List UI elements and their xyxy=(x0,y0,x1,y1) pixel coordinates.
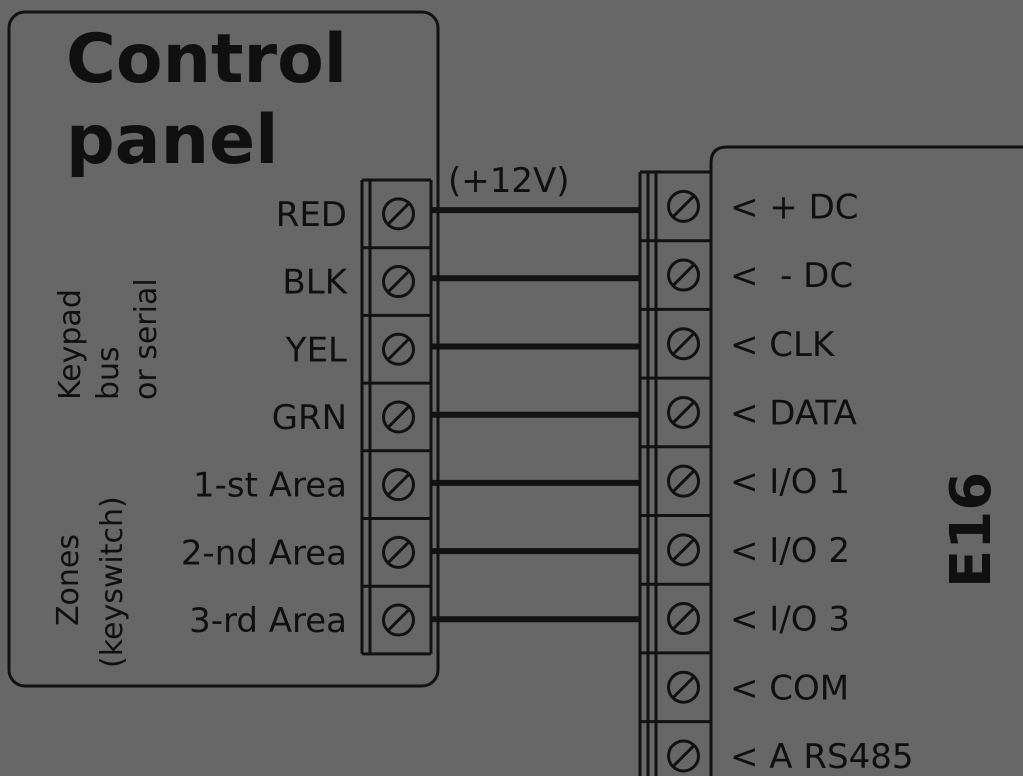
screw-slot xyxy=(672,263,695,287)
screw-slot xyxy=(387,405,410,429)
e16-terminal-labels: < + DC < - DC < CLK < DATA < I/O 1 < I/O 2 < I… xyxy=(730,187,913,776)
keypad-group-label: Keypad bus or serial xyxy=(53,278,164,400)
screw-slot xyxy=(672,744,695,768)
cp-terminal-label-3-rd-area: 3-rd Area xyxy=(189,601,347,641)
e16-terminal-screw-a-rs485 xyxy=(667,739,700,773)
screw-slot xyxy=(387,202,410,225)
screw-slot xyxy=(387,338,410,361)
e16-terminal-label-com: < COM xyxy=(730,668,849,708)
cp-terminal-label-2-nd-area: 2-nd Area xyxy=(181,533,347,573)
screw-slot xyxy=(672,332,695,355)
cp-terminal-screw-red xyxy=(382,197,415,231)
cp-terminal-label-1-st-area: 1-st Area xyxy=(193,466,347,506)
cp-terminal-screw-grn xyxy=(382,400,415,434)
screw-slot xyxy=(387,608,410,632)
wiring-diagram: Control panel Keypad bus or serial Zones… xyxy=(7,10,1023,776)
screw-slot xyxy=(672,401,695,424)
e16-terminal-screw-clk xyxy=(667,327,700,361)
cp-terminal-screw-2-nd-area xyxy=(382,535,415,569)
screw-slot xyxy=(387,270,410,293)
e16-terminal-screw-i-o-3 xyxy=(667,602,700,636)
e16-terminal-label-a-rs485: < A RS485 xyxy=(730,737,913,776)
keypad-label-line3: or serial xyxy=(129,278,164,400)
e16-terminal-screw-dc xyxy=(667,189,700,223)
screw-slot xyxy=(672,195,695,218)
cp-terminal-screw-yel xyxy=(382,332,415,366)
screw-slot xyxy=(672,607,695,630)
cp-terminal-screw-3-rd-area xyxy=(382,603,415,637)
cp-terminal-label-yel: YEL xyxy=(285,330,347,370)
screw-slot xyxy=(387,541,410,564)
e16-terminal-label-clk: < CLK xyxy=(730,325,836,365)
keypad-label-line1: Keypad xyxy=(53,289,88,400)
control-panel-terminal-labels: RED BLK YEL GRN 1-st Area 2-nd Area 3-rd Area xyxy=(181,195,349,641)
e16-terminal-screw-com xyxy=(667,670,700,704)
e16-title: E16 xyxy=(939,472,1004,588)
e16-terminal-label-data: < DATA xyxy=(730,393,857,433)
zones-group-label: Zones (keyswitch) xyxy=(51,496,130,668)
e16-terminal-screw-i-o-2 xyxy=(667,533,700,567)
e16-terminal-label-dc: < - DC xyxy=(730,256,853,296)
screw-slot xyxy=(387,473,410,496)
e16-terminal-screw-dc xyxy=(667,258,700,292)
cp-terminal-label-red: RED xyxy=(276,195,347,235)
e16-terminal-screw-i-o-1 xyxy=(667,464,700,498)
cp-terminal-label-grn: GRN xyxy=(272,398,347,438)
zones-label-line2: (keyswitch) xyxy=(95,496,130,668)
e16-terminal-label-i-o-1: < I/O 1 xyxy=(730,462,850,502)
cp-terminal-screw-blk xyxy=(382,265,415,299)
cp-terminal-screw-1-st-area xyxy=(382,468,415,502)
screw-slot xyxy=(672,676,695,699)
screw-slot xyxy=(672,538,695,561)
e16-terminal-label-dc: < + DC xyxy=(730,187,859,227)
keypad-label-line2: bus xyxy=(91,346,126,400)
control-panel-title-line2: panel xyxy=(66,101,278,180)
e16-terminal-block xyxy=(638,170,711,776)
wires xyxy=(431,207,640,623)
wire-voltage-note: (+12V) xyxy=(448,161,570,201)
screw-slot xyxy=(672,470,695,493)
cp-terminal-label-blk: BLK xyxy=(282,263,348,303)
control-panel-terminal-block xyxy=(360,178,433,656)
e16-terminal-label-i-o-3: < I/O 3 xyxy=(730,600,850,640)
e16-terminal-screw-data xyxy=(667,395,700,429)
zones-label-line1: Zones xyxy=(51,534,86,626)
e16-terminal-label-i-o-2: < I/O 2 xyxy=(730,531,850,571)
control-panel-title-line1: Control xyxy=(66,20,347,99)
